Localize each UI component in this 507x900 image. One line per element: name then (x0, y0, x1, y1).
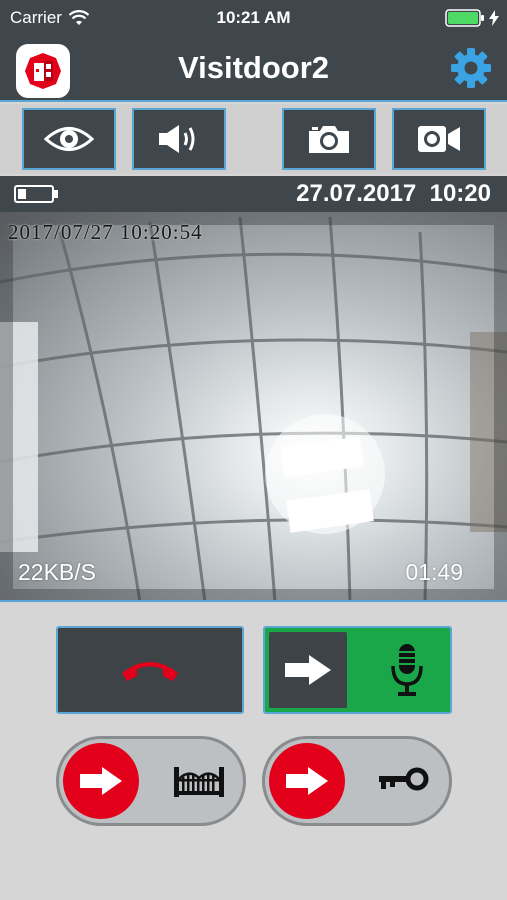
phone-battery-icon (445, 9, 484, 27)
charging-bolt-icon (489, 10, 499, 26)
battery-status (445, 9, 499, 27)
talk-slider-handle[interactable] (269, 632, 347, 708)
date-time-display: 27.07.2017 10:20 (296, 180, 491, 207)
status-bar: Carrier 10:21 AM (0, 0, 507, 36)
video-timestamp: 2017/07/27 10:20:54 (8, 220, 203, 244)
key-icon (379, 767, 429, 791)
video-camera-icon (418, 126, 460, 152)
camera-icon (309, 126, 349, 153)
ceiling-grid-image (0, 212, 507, 600)
speaker-button[interactable] (132, 108, 226, 170)
hangup-button[interactable] (56, 626, 244, 714)
video-feed[interactable]: 2017/07/27 10:20:54 22KB/S 01:49 (0, 212, 507, 602)
door-slider-handle[interactable] (269, 743, 345, 819)
view-button[interactable] (22, 108, 116, 170)
data-rate: 22KB/S (18, 559, 96, 585)
arrow-right-icon (286, 767, 328, 795)
call-duration: 01:49 (405, 559, 463, 585)
eye-icon (44, 127, 94, 151)
speaker-icon (159, 125, 195, 153)
gate-open-slider[interactable] (56, 736, 246, 826)
call-controls (0, 604, 507, 900)
arrow-right-icon (285, 655, 331, 685)
settings-button[interactable] (449, 46, 493, 90)
door-open-slider[interactable] (262, 736, 452, 826)
gear-icon (451, 48, 491, 88)
battery-low-icon (14, 185, 58, 203)
app-title: Visitdoor2 (177, 50, 330, 85)
info-bar: 27.07.2017 10:20 (0, 176, 507, 212)
gate-icon (174, 767, 224, 797)
status-time: 10:21 AM (216, 8, 291, 27)
snapshot-button[interactable] (282, 108, 376, 170)
microphone-icon (391, 644, 423, 696)
talk-slider[interactable] (263, 626, 452, 714)
app-header: Visitdoor2 (0, 36, 507, 102)
phone-hangup-icon (122, 662, 178, 681)
gate-slider-handle[interactable] (63, 743, 139, 819)
record-button[interactable] (392, 108, 486, 170)
arrow-right-icon (80, 767, 122, 795)
toolbar (0, 104, 507, 174)
